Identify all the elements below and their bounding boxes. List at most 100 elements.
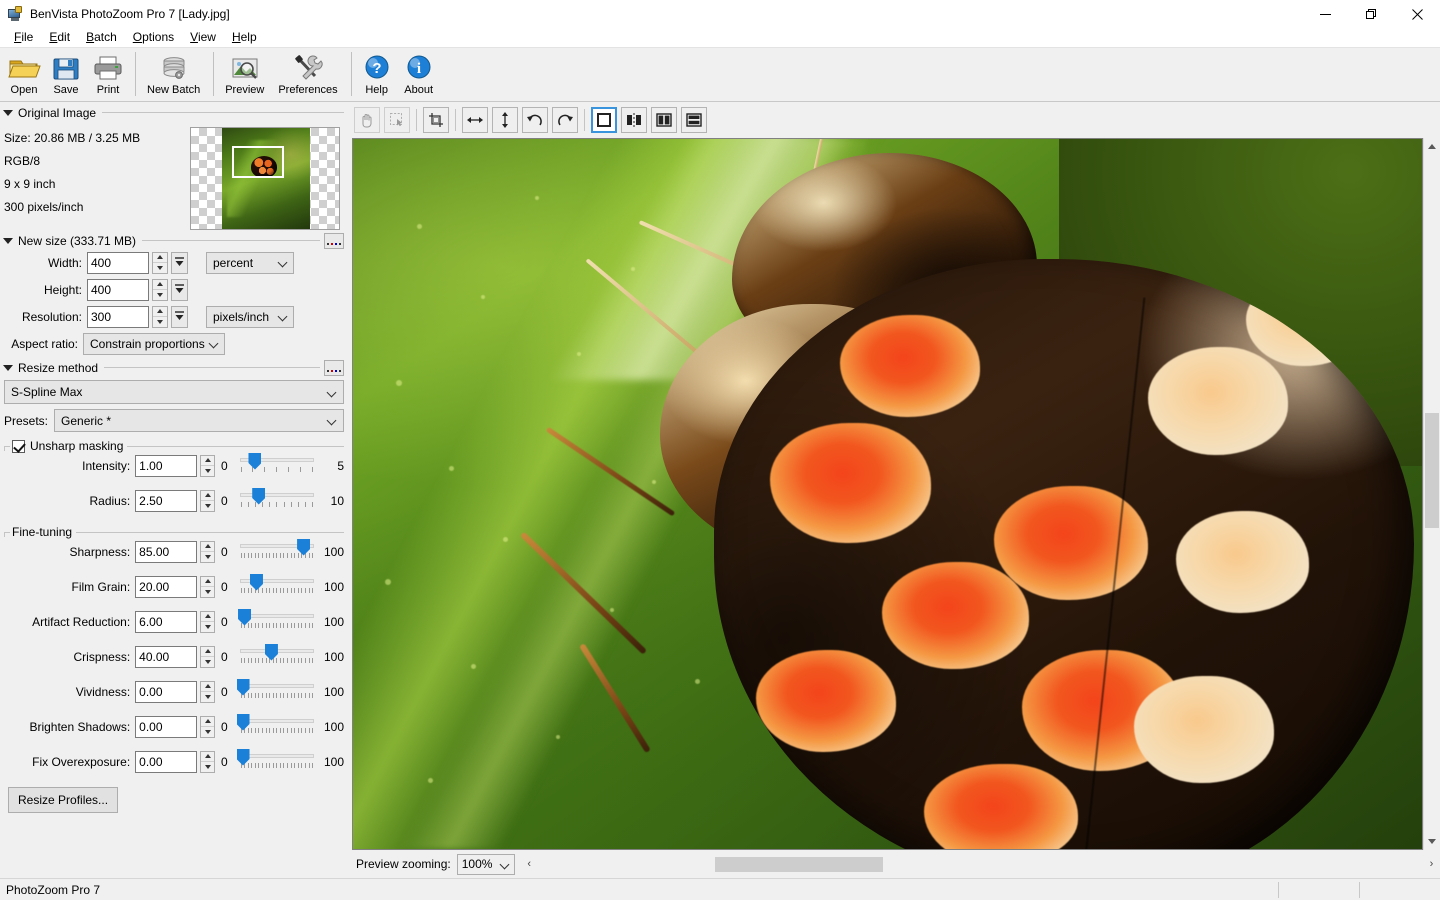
width-spin-down[interactable] [153, 263, 167, 273]
radius-spin-down[interactable] [201, 501, 214, 511]
vividness-spin-up[interactable] [201, 682, 214, 692]
scroll-right-button[interactable]: › [1423, 856, 1440, 873]
presets-select[interactable]: Generic * [54, 409, 344, 432]
size-unit-select[interactable]: percent [206, 252, 294, 274]
brighten-shadows-input[interactable] [135, 716, 197, 738]
vividness-spin-down[interactable] [201, 692, 214, 702]
collapse-triangle-icon[interactable] [3, 110, 13, 116]
brighten-shadows-spin-down[interactable] [201, 727, 214, 737]
intensity-spinner[interactable] [200, 455, 215, 477]
toolbar-preferences-button[interactable]: Preferences [272, 50, 343, 100]
brighten-shadows-spin-up[interactable] [201, 717, 214, 727]
film-grain-slider[interactable] [240, 574, 315, 600]
menu-view[interactable]: View [182, 28, 224, 47]
resolution-collapse-button[interactable] [171, 306, 188, 328]
artifact-reduction-spin-down[interactable] [201, 622, 214, 632]
film-grain-spin-up[interactable] [201, 577, 214, 587]
resize-method-options-button[interactable] [324, 360, 344, 376]
sharpness-slider[interactable] [240, 539, 315, 565]
preview-horizontal-scrollbar[interactable]: ‹ › [521, 856, 1440, 873]
fix-overexposure-spin-down[interactable] [201, 762, 214, 772]
artifact-reduction-slider[interactable] [240, 609, 315, 635]
intensity-spin-down[interactable] [201, 466, 214, 476]
vividness-slider[interactable] [240, 679, 315, 705]
resize-method-select[interactable]: S-Spline Max [4, 380, 344, 404]
unsharp-masking-checkbox[interactable] [12, 440, 25, 453]
crispness-spin-up[interactable] [201, 647, 214, 657]
preview-vertical-scrollbar[interactable] [1423, 138, 1440, 850]
artifact-reduction-input[interactable] [135, 611, 197, 633]
view-side-by-side-button[interactable] [651, 107, 677, 133]
collapse-triangle-icon[interactable] [3, 238, 13, 244]
new-size-section-header[interactable]: New size (333.71 MB) [0, 232, 348, 249]
artifact-reduction-spinner[interactable] [200, 611, 215, 633]
view-stacked-button[interactable] [681, 107, 707, 133]
restore-button[interactable] [1348, 0, 1394, 28]
flip-horizontal-button[interactable] [462, 107, 488, 133]
film-grain-spinner[interactable] [200, 576, 215, 598]
preview-zoom-select[interactable]: 100% [457, 854, 515, 875]
film-grain-spin-down[interactable] [201, 587, 214, 597]
radius-input[interactable] [135, 490, 197, 512]
toolbar-open-button[interactable]: Open [4, 50, 44, 100]
rotate-right-button[interactable] [552, 107, 578, 133]
intensity-spin-up[interactable] [201, 456, 214, 466]
scroll-up-button[interactable] [1424, 138, 1440, 155]
toolbar-print-button[interactable]: Print [88, 50, 128, 100]
vertical-scroll-thumb[interactable] [1425, 413, 1439, 528]
horizontal-scroll-track[interactable] [538, 856, 1423, 873]
toolbar-preview-button[interactable]: Preview [219, 50, 270, 100]
scroll-left-button[interactable]: ‹ [521, 856, 538, 873]
intensity-slider[interactable] [240, 453, 315, 479]
menu-help[interactable]: Help [224, 28, 265, 47]
menu-edit[interactable]: Edit [41, 28, 78, 47]
resize-method-section-header[interactable]: Resize method [0, 359, 348, 376]
film-grain-input[interactable] [135, 576, 197, 598]
close-button[interactable] [1394, 0, 1440, 28]
menu-batch[interactable]: Batch [78, 28, 125, 47]
brighten-shadows-slider[interactable] [240, 714, 315, 740]
radius-spinner[interactable] [200, 490, 215, 512]
height-spin-up[interactable] [153, 280, 167, 290]
scroll-down-button[interactable] [1424, 833, 1440, 850]
new-size-options-button[interactable] [324, 233, 344, 249]
flip-vertical-button[interactable] [492, 107, 518, 133]
width-spinner[interactable] [152, 252, 168, 274]
fix-overexposure-spinner[interactable] [200, 751, 215, 773]
rotate-left-button[interactable] [522, 107, 548, 133]
sharpness-spinner[interactable] [200, 541, 215, 563]
sharpness-input[interactable] [135, 541, 197, 563]
fix-overexposure-slider[interactable] [240, 749, 315, 775]
width-collapse-button[interactable] [171, 252, 188, 274]
brighten-shadows-spinner[interactable] [200, 716, 215, 738]
resolution-spin-down[interactable] [153, 317, 167, 327]
crispness-spinner[interactable] [200, 646, 215, 668]
original-image-section-header[interactable]: Original Image [0, 104, 348, 121]
collapse-triangle-icon[interactable] [3, 365, 13, 371]
crispness-input[interactable] [135, 646, 197, 668]
original-image-thumbnail[interactable] [190, 127, 340, 230]
resolution-spinner[interactable] [152, 306, 168, 328]
menu-options[interactable]: Options [125, 28, 182, 47]
radius-spin-up[interactable] [201, 491, 214, 501]
height-collapse-button[interactable] [171, 279, 188, 301]
crispness-slider[interactable] [240, 644, 315, 670]
view-single-button[interactable] [591, 107, 617, 133]
thumbnail-selection-rect[interactable] [232, 146, 284, 178]
fix-overexposure-input[interactable] [135, 751, 197, 773]
intensity-input[interactable] [135, 455, 197, 477]
resolution-spin-up[interactable] [153, 307, 167, 317]
minimize-button[interactable] [1302, 0, 1348, 28]
height-spinner[interactable] [152, 279, 168, 301]
resolution-input[interactable] [87, 306, 149, 328]
aspect-ratio-select[interactable]: Constrain proportions [83, 333, 225, 355]
view-split-button[interactable] [621, 107, 647, 133]
fix-overexposure-spin-up[interactable] [201, 752, 214, 762]
horizontal-scroll-thumb[interactable] [715, 857, 883, 872]
sharpness-spin-up[interactable] [201, 542, 214, 552]
vividness-spinner[interactable] [200, 681, 215, 703]
resolution-unit-select[interactable]: pixels/inch [206, 306, 294, 328]
vividness-input[interactable] [135, 681, 197, 703]
toolbar-about-button[interactable]: i About [399, 50, 439, 100]
marquee-select-tool-button[interactable] [384, 107, 410, 133]
